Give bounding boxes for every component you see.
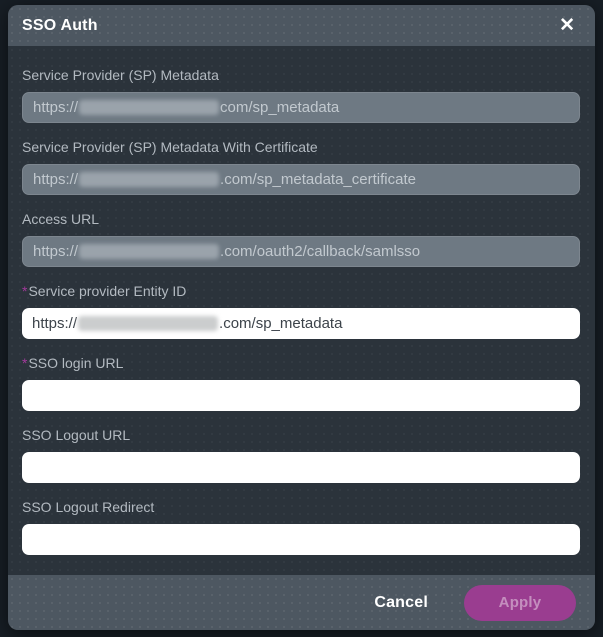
modal-body: Service Provider (SP) Metadata https:// … [8, 46, 595, 575]
url-suffix: com/sp_metadata [220, 99, 340, 116]
sso-login-url-input[interactable] [22, 380, 580, 411]
field-label: Service Provider (SP) Metadata With Cert… [22, 139, 318, 155]
sp-metadata-input: https:// com/sp_metadata [22, 92, 580, 123]
url-suffix: .com/sp_metadata [219, 315, 343, 332]
field-label: *Service provider Entity ID [22, 283, 187, 299]
sso-logout-url-input[interactable] [22, 452, 580, 483]
close-icon[interactable]: ✕ [555, 14, 579, 37]
required-asterisk: * [22, 283, 28, 299]
field-sso-login-url: *SSO login URL [22, 354, 580, 411]
url-prefix: https:// [33, 99, 79, 116]
field-sso-logout-url: SSO Logout URL [22, 426, 580, 483]
field-label: SSO Logout Redirect [22, 499, 155, 515]
redacted-domain [78, 316, 219, 331]
cancel-button[interactable]: Cancel [374, 594, 428, 612]
url-prefix: https:// [33, 243, 79, 260]
field-sp-metadata: Service Provider (SP) Metadata https:// … [22, 66, 580, 123]
field-sp-metadata-cert: Service Provider (SP) Metadata With Cert… [22, 138, 580, 195]
access-url-input: https:// .com/oauth2/callback/samlsso [22, 236, 580, 267]
field-label: Service Provider (SP) Metadata [22, 67, 219, 83]
sp-metadata-cert-input: https:// .com/sp_metadata_certificate [22, 164, 580, 195]
field-label: *SSO login URL [22, 355, 124, 371]
field-entity-id: *Service provider Entity ID https:// .co… [22, 282, 580, 339]
redacted-domain [79, 100, 220, 115]
modal-header: SSO Auth ✕ [8, 5, 595, 46]
redacted-domain [79, 244, 220, 259]
url-prefix: https:// [32, 315, 78, 332]
apply-button[interactable]: Apply [464, 584, 576, 621]
sso-logout-redirect-input[interactable] [22, 524, 580, 555]
url-suffix: .com/sp_metadata_certificate [220, 171, 416, 188]
entity-id-input[interactable]: https:// .com/sp_metadata [22, 308, 580, 339]
url-prefix: https:// [33, 171, 79, 188]
field-label: SSO Logout URL [22, 427, 131, 443]
redacted-domain [79, 172, 220, 187]
field-access-url: Access URL https:// .com/oauth2/callback… [22, 210, 580, 267]
required-asterisk: * [22, 355, 28, 371]
field-label: Access URL [22, 211, 100, 227]
field-sso-logout-redirect: SSO Logout Redirect [22, 498, 580, 555]
modal-footer: Cancel Apply [8, 575, 595, 630]
modal-title: SSO Auth [22, 16, 98, 34]
sso-auth-modal: SSO Auth ✕ Service Provider (SP) Metadat… [8, 5, 595, 630]
url-suffix: .com/oauth2/callback/samlsso [220, 243, 421, 260]
